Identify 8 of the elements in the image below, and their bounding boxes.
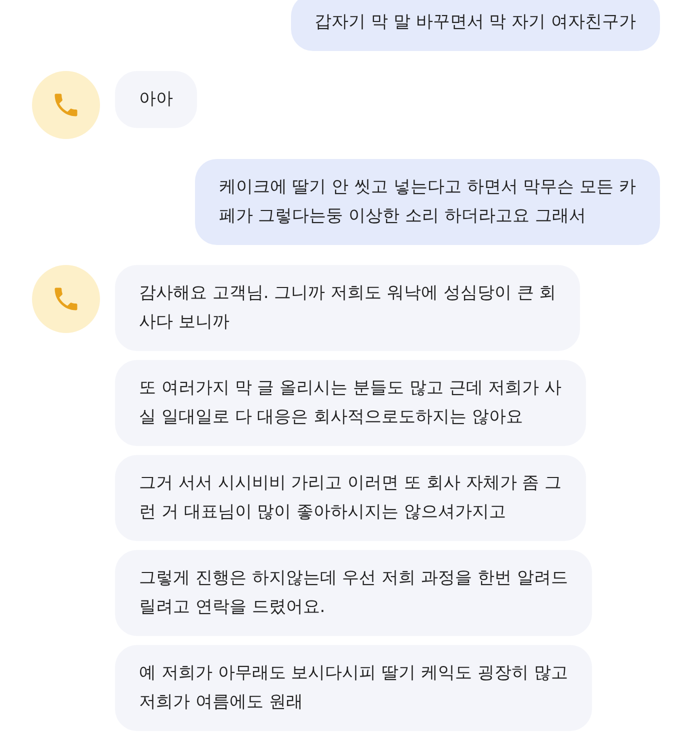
- message-bubble: 그거 서서 시시비비 가리고 이러면 또 회사 자체가 좀 그 런 거 대표님이 많이 좋아하시지는 않으셔가지고: [115, 455, 586, 541]
- message-bubble: 케이크에 딸기 안 씻고 넣는다고 하면서 막무슨 모든 카 페가 그렇다는둥 이상한 소리 하더라고요 그래서: [194, 159, 660, 245]
- message-bubble: 아아: [115, 71, 197, 128]
- message-bubble: 감사해요 고객님. 그니까 저희도 워낙에 성심당이 큰 회 사다 보니까: [115, 265, 580, 351]
- message-bubble: 그렇게 진행은 하지않는데 우선 저희 과정을 한번 알려드 릴려고 연락을 드렸어요.: [115, 550, 592, 636]
- message-bubble: 또 여러가지 막 글 올리시는 분들도 많고 근데 저희가 사 실 일대일로 다 대응은 회사적으로도하지는 않아요: [115, 360, 586, 446]
- message-bubble: 예 저희가 아무래도 보시다시피 딸기 케익도 굉장히 많고 저희가 여름에도 원래: [115, 645, 592, 731]
- message-bubble: 갑자기 막 말 바꾸면서 막 자기 여자친구가: [290, 0, 660, 51]
